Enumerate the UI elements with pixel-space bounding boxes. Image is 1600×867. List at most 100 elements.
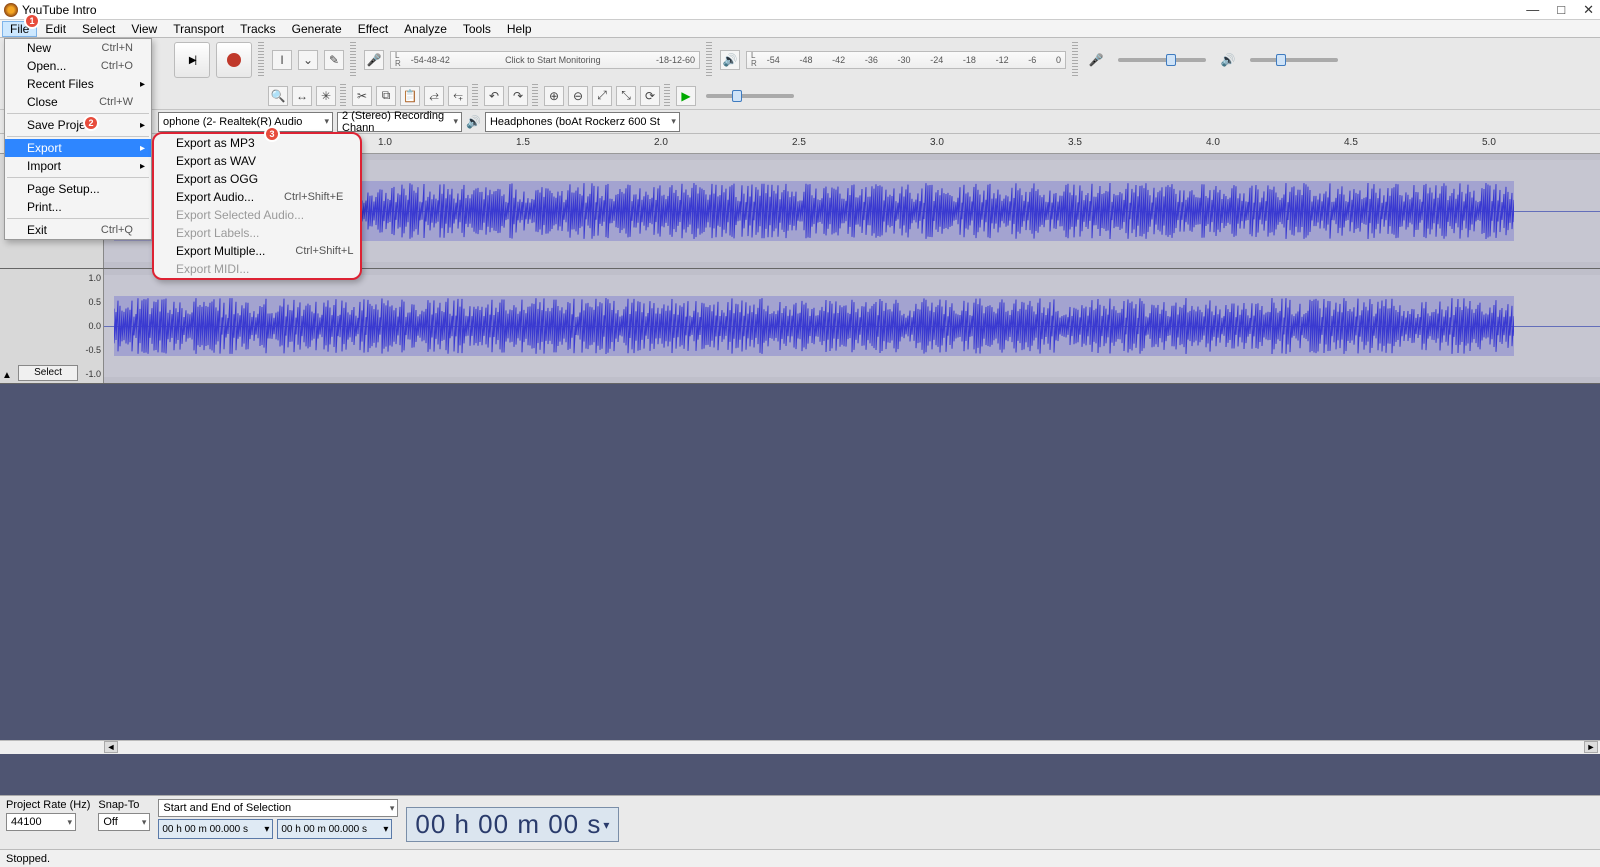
menu-item-recent-files[interactable]: Recent Files (5, 75, 151, 93)
menu-item-export-audio-[interactable]: Export Audio...Ctrl+Shift+E (154, 188, 360, 206)
track-select-button[interactable]: Select (18, 365, 78, 381)
copy-icon[interactable]: ⧉ (376, 86, 396, 106)
rec-meter-hint: Click to Start Monitoring (450, 55, 656, 65)
menu-item-export-multiple-[interactable]: Export Multiple...Ctrl+Shift+L (154, 242, 360, 260)
menu-item-open-[interactable]: Open...Ctrl+O (5, 57, 151, 75)
selection-start-field[interactable]: 00 h 00 m 00.000 s▾ (158, 819, 273, 839)
play-at-speed-icon[interactable]: ▶ (676, 86, 696, 106)
title-bar: YouTube Intro — □ ✕ (0, 0, 1600, 20)
annotation-badge-2: 2 (83, 115, 99, 131)
menu-item-page-setup-[interactable]: Page Setup... (5, 180, 151, 198)
close-button[interactable]: ✕ (1583, 0, 1594, 20)
speaker-device-icon: 🔊 (466, 115, 481, 129)
menu-item-print-[interactable]: Print... (5, 198, 151, 216)
playback-device-combo[interactable]: Headphones (boAt Rockerz 600 St (485, 112, 680, 132)
meter-lr-label: LR (751, 52, 757, 68)
zoom-out-icon[interactable]: ⊖ (568, 86, 588, 106)
zoom-tool-icon[interactable]: 🔍 (268, 86, 288, 106)
annotation-badge-3: 3 (264, 126, 280, 142)
toolbar-grip[interactable] (258, 42, 264, 78)
recording-channels-combo[interactable]: 2 (Stereo) Recording Chann (337, 112, 462, 132)
menu-item-export-as-mp-[interactable]: Export as MP3 (154, 134, 360, 152)
fit-selection-icon[interactable]: ⤢ (592, 86, 612, 106)
menu-item-import[interactable]: Import (5, 157, 151, 175)
envelope-tool-icon[interactable]: ⌄ (298, 50, 318, 70)
snap-to-combo[interactable]: Off (98, 813, 150, 831)
menu-generate[interactable]: Generate (284, 21, 350, 37)
menu-item-save-project[interactable]: Save Project (5, 116, 151, 134)
selection-end-field[interactable]: 00 h 00 m 00.000 s▾ (277, 819, 392, 839)
draw-tool-icon[interactable]: ✎ (324, 50, 344, 70)
undo-icon[interactable]: ↶ (484, 86, 504, 106)
menu-item-export-labels-: Export Labels... (154, 224, 360, 242)
waveform-canvas[interactable] (104, 269, 1600, 383)
project-rate-label: Project Rate (Hz) (6, 799, 90, 811)
menu-effect[interactable]: Effect (350, 21, 396, 37)
speaker-icon[interactable]: 🔊 (720, 50, 740, 70)
menu-edit[interactable]: Edit (37, 21, 74, 37)
menu-bar: File Edit Select View Transport Tracks G… (0, 20, 1600, 38)
toolbar-grip[interactable] (664, 84, 670, 107)
recording-device-combo[interactable]: ophone (2- Realtek(R) Audio (158, 112, 333, 132)
mic-gain-icon: 🎤 (1086, 50, 1106, 70)
scroll-left-icon[interactable]: ◄ (104, 741, 118, 753)
redo-icon[interactable]: ↷ (508, 86, 528, 106)
menu-item-new[interactable]: NewCtrl+N (5, 39, 151, 57)
skip-end-button[interactable]: ▶| (174, 42, 210, 78)
export-submenu: Export as MP3Export as WAVExport as OGGE… (152, 132, 362, 280)
menu-view[interactable]: View (123, 21, 165, 37)
playback-meter[interactable]: LR -54 -48 -42 -36 -30 -24 -18 -12 -6 0 (746, 51, 1066, 69)
toolbar-grip[interactable] (472, 84, 478, 107)
speaker-gain-icon: 🔊 (1218, 50, 1238, 70)
toolbar-grip[interactable] (340, 84, 346, 107)
mic-icon[interactable]: 🎤 (364, 50, 384, 70)
cut-icon[interactable]: ✂ (352, 86, 372, 106)
track-control-panel[interactable]: 1.0 0.5 0.0 -0.5 -1.0 ▲ Select (0, 269, 104, 383)
recording-meter[interactable]: LR -54 -48 -42 Click to Start Monitoring… (390, 51, 700, 69)
zoom-toggle-icon[interactable]: ⟳ (640, 86, 660, 106)
status-text: Stopped. (6, 853, 50, 865)
toolbar-grip[interactable] (532, 84, 538, 107)
annotation-badge-1: 1 (24, 13, 40, 29)
menu-item-exit[interactable]: ExitCtrl+Q (5, 221, 151, 239)
rec-gain-slider[interactable] (1112, 58, 1212, 62)
menu-item-export-selected-audio-: Export Selected Audio... (154, 206, 360, 224)
minimize-button[interactable]: — (1526, 0, 1539, 20)
menu-select[interactable]: Select (74, 21, 123, 37)
paste-icon[interactable]: 📋 (400, 86, 420, 106)
amplitude-scale: 1.0 0.5 0.0 -0.5 -1.0 (79, 269, 101, 383)
menu-item-export[interactable]: Export (5, 139, 151, 157)
audio-track-right: 1.0 0.5 0.0 -0.5 -1.0 ▲ Select (0, 269, 1600, 384)
selection-tool-icon[interactable]: I (272, 50, 292, 70)
collapse-track-icon[interactable]: ▲ (2, 370, 12, 381)
toolbar-grip[interactable] (1072, 42, 1078, 78)
audio-position-display[interactable]: 00 h 00 m 00 s▾ (406, 807, 619, 842)
horizontal-scrollbar[interactable]: ◄ ► (0, 740, 1600, 754)
menu-item-export-as-wav[interactable]: Export as WAV (154, 152, 360, 170)
timeshift-tool-icon[interactable]: ↔ (292, 86, 312, 106)
device-toolbar: ophone (2- Realtek(R) Audio 2 (Stereo) R… (0, 110, 1600, 134)
fit-project-icon[interactable]: ⤡ (616, 86, 636, 106)
waveform-svg (114, 296, 1514, 356)
play-gain-slider[interactable] (1244, 58, 1344, 62)
project-rate-combo[interactable]: 44100 (6, 813, 76, 831)
scroll-right-icon[interactable]: ► (1584, 741, 1598, 753)
menu-tools[interactable]: Tools (455, 21, 499, 37)
menu-transport[interactable]: Transport (165, 21, 232, 37)
selection-mode-combo[interactable]: Start and End of Selection (158, 799, 398, 817)
toolbar-grip[interactable] (706, 42, 712, 78)
menu-analyze[interactable]: Analyze (396, 21, 455, 37)
trim-icon[interactable]: ⥄ (424, 86, 444, 106)
multi-tool-icon[interactable]: ✳ (316, 86, 336, 106)
maximize-button[interactable]: □ (1557, 0, 1565, 20)
record-button[interactable] (216, 42, 252, 78)
toolbar-grip[interactable] (350, 42, 356, 78)
menu-help[interactable]: Help (499, 21, 540, 37)
menu-tracks[interactable]: Tracks (232, 21, 284, 37)
app-logo-icon (4, 3, 18, 17)
menu-item-close[interactable]: CloseCtrl+W (5, 93, 151, 111)
menu-item-export-as-ogg[interactable]: Export as OGG (154, 170, 360, 188)
playback-speed-slider[interactable] (700, 94, 800, 98)
silence-icon[interactable]: ⥆ (448, 86, 468, 106)
zoom-in-icon[interactable]: ⊕ (544, 86, 564, 106)
